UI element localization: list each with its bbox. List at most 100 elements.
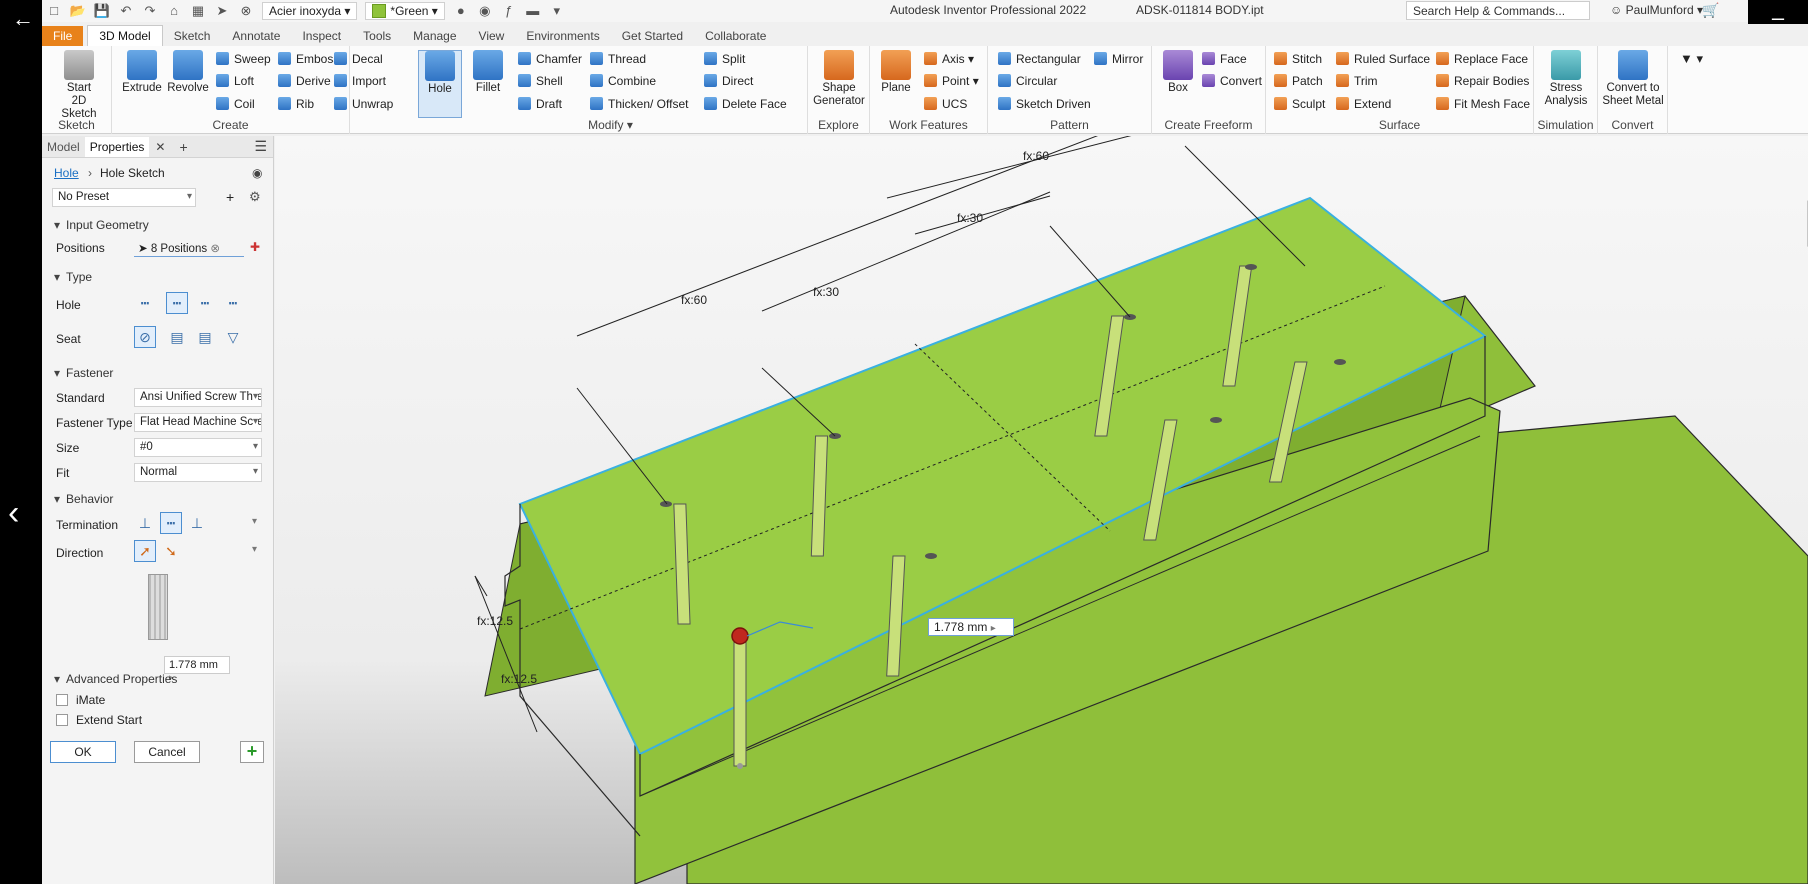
clear-appearance-icon[interactable]: ◉ — [476, 3, 494, 19]
tab-collaborate[interactable]: Collaborate — [694, 26, 777, 46]
tab-inspect[interactable]: Inspect — [291, 26, 352, 46]
imate-checkbox[interactable] — [56, 694, 68, 706]
thread-button[interactable]: Thread — [590, 50, 646, 68]
section-type[interactable]: Type — [42, 270, 274, 284]
plane-button[interactable]: Plane — [874, 50, 918, 95]
sculpt-button[interactable]: Sculpt — [1274, 95, 1325, 113]
tab-tools[interactable]: Tools — [352, 26, 402, 46]
distance-termination-icon[interactable]: ⊥ — [134, 512, 156, 534]
fillet-button[interactable]: Fillet — [466, 50, 510, 95]
circular-pattern-button[interactable]: Circular — [998, 72, 1057, 90]
taper-tapped-hole-icon[interactable]: ┅ — [222, 292, 244, 314]
unwrap-button[interactable]: Unwrap — [334, 95, 393, 113]
point-button[interactable]: Point ▾ — [924, 72, 979, 90]
ribbon-options-icon[interactable]: ▼ ▾ — [1680, 50, 1703, 68]
adjust-icon[interactable]: ● — [452, 3, 470, 19]
mirror-button[interactable]: Mirror — [1094, 50, 1143, 68]
revolve-button[interactable]: Revolve — [166, 50, 210, 95]
stress-analysis-button[interactable]: Stress Analysis — [1540, 50, 1592, 108]
sketch-driven-pattern-button[interactable]: Sketch Driven — [998, 95, 1091, 113]
clear-override-icon[interactable]: ⊗ — [237, 3, 255, 19]
delete-face-button[interactable]: Delete Face — [704, 95, 787, 113]
split-button[interactable]: Split — [704, 50, 745, 68]
to-termination-icon[interactable]: ⊥ — [186, 512, 208, 534]
repair-bodies-button[interactable]: Repair Bodies — [1436, 72, 1529, 90]
spotface-icon[interactable]: ▤ — [194, 326, 216, 348]
redo-icon[interactable]: ↷ — [141, 3, 159, 19]
hole-button[interactable]: Hole — [418, 50, 462, 118]
cart-icon[interactable]: 🛒 — [1702, 2, 1719, 19]
start-2d-sketch-button[interactable]: Start 2D Sketch — [54, 50, 104, 121]
patch-button[interactable]: Patch — [1274, 72, 1323, 90]
derive-button[interactable]: Derive — [278, 72, 331, 90]
fit-dropdown[interactable]: Normal — [134, 463, 262, 482]
panel-menu-icon[interactable]: ☰ — [254, 138, 267, 155]
tab-3d-model[interactable]: 3D Model — [87, 25, 163, 46]
section-fastener[interactable]: Fastener — [42, 366, 274, 380]
group-label-modify[interactable]: Modify ▾ — [414, 118, 807, 132]
breadcrumb-hole[interactable]: Hole — [54, 166, 79, 180]
tab-get-started[interactable]: Get Started — [611, 26, 694, 46]
positions-selector[interactable]: ➤ 8 Positions ⊗ — [134, 238, 244, 257]
dim-right-half[interactable]: fx:30 — [914, 195, 1051, 235]
combine-button[interactable]: Combine — [590, 72, 656, 90]
properties-icon[interactable]: ▦ — [189, 3, 207, 19]
box-button[interactable]: Box — [1156, 50, 1200, 95]
no-seat-icon[interactable]: ⊘ — [134, 326, 156, 348]
shape-generator-button[interactable]: Shape Generator — [812, 50, 866, 108]
emboss-button[interactable]: Emboss — [278, 50, 339, 68]
tab-environments[interactable]: Environments — [515, 26, 610, 46]
ruled-surface-button[interactable]: Ruled Surface — [1336, 50, 1430, 68]
visibility-eye-icon[interactable]: ◉ — [252, 166, 262, 180]
axis-button[interactable]: Axis ▾ — [924, 50, 974, 68]
section-behavior[interactable]: Behavior — [42, 492, 274, 506]
add-preset-icon[interactable]: + — [226, 189, 234, 205]
home-icon[interactable]: ⌂ — [165, 3, 183, 19]
direction-flip-icon[interactable]: ➘ — [160, 540, 182, 562]
material-dropdown[interactable]: Acier inoxyda ▾ — [262, 2, 358, 20]
hole-diameter-input[interactable]: 1.778 mm ▸ — [928, 618, 1014, 636]
select-icon[interactable]: ➤ — [213, 3, 231, 19]
sweep-button[interactable]: Sweep — [216, 50, 271, 68]
preset-settings-gear-icon[interactable]: ⚙ — [249, 189, 261, 205]
decal-button[interactable]: Decal — [334, 50, 383, 68]
simple-hole-icon[interactable]: ┅ — [134, 292, 156, 314]
measure-icon[interactable]: ▬ — [524, 3, 542, 19]
fastener-type-dropdown[interactable]: Flat Head Machine Scre — [134, 413, 262, 432]
rectangular-pattern-button[interactable]: Rectangular — [998, 50, 1081, 68]
model-scene[interactable]: fx:60 fx:30 fx:60 fx:30 fx:12.5 fx:12.5 — [275, 136, 1808, 884]
undo-icon[interactable]: ↶ — [117, 3, 135, 19]
direct-button[interactable]: Direct — [704, 72, 753, 90]
tapped-hole-icon[interactable]: ┅ — [194, 292, 216, 314]
tab-annotate[interactable]: Annotate — [221, 26, 291, 46]
tab-sketch[interactable]: Sketch — [163, 26, 222, 46]
freeform-face-button[interactable]: Face — [1202, 50, 1247, 68]
direction-more-icon[interactable]: ▾ — [252, 544, 257, 555]
save-icon[interactable]: 💾 — [93, 3, 111, 19]
tab-file[interactable]: File — [42, 26, 84, 46]
quick-access-customize-icon[interactable]: ▾ — [548, 3, 566, 19]
coil-button[interactable]: Coil — [216, 95, 255, 113]
stitch-button[interactable]: Stitch — [1274, 50, 1322, 68]
section-input-geometry[interactable]: Input Geometry — [42, 218, 274, 232]
thicken-offset-button[interactable]: Thicken/ Offset — [590, 95, 688, 113]
standard-dropdown[interactable]: Ansi Unified Screw Thre — [134, 388, 262, 407]
new-file-icon[interactable]: □ — [45, 3, 63, 19]
back-arrow-icon[interactable]: ← — [12, 6, 34, 32]
apply-add-icon[interactable]: + — [240, 741, 264, 763]
section-advanced-properties[interactable]: Advanced Properties — [42, 672, 274, 686]
replace-face-button[interactable]: Replace Face — [1436, 50, 1528, 68]
tab-model-browser[interactable]: Model — [42, 137, 85, 157]
preset-dropdown[interactable]: No Preset — [52, 188, 196, 207]
close-properties-icon[interactable]: ✕ — [155, 140, 165, 154]
size-dropdown[interactable]: #0 — [134, 438, 262, 457]
clear-selection-icon[interactable]: ⊗ — [210, 243, 220, 255]
tab-manage[interactable]: Manage — [402, 26, 467, 46]
direction-default-icon[interactable]: ➚ — [134, 540, 156, 562]
extrude-button[interactable]: Extrude — [120, 50, 164, 95]
ok-button[interactable]: OK — [50, 741, 116, 763]
trim-button[interactable]: Trim — [1336, 72, 1378, 90]
through-all-termination-icon[interactable]: ┅ — [160, 512, 182, 534]
shell-button[interactable]: Shell — [518, 72, 563, 90]
hole-8-selected[interactable] — [731, 627, 749, 769]
